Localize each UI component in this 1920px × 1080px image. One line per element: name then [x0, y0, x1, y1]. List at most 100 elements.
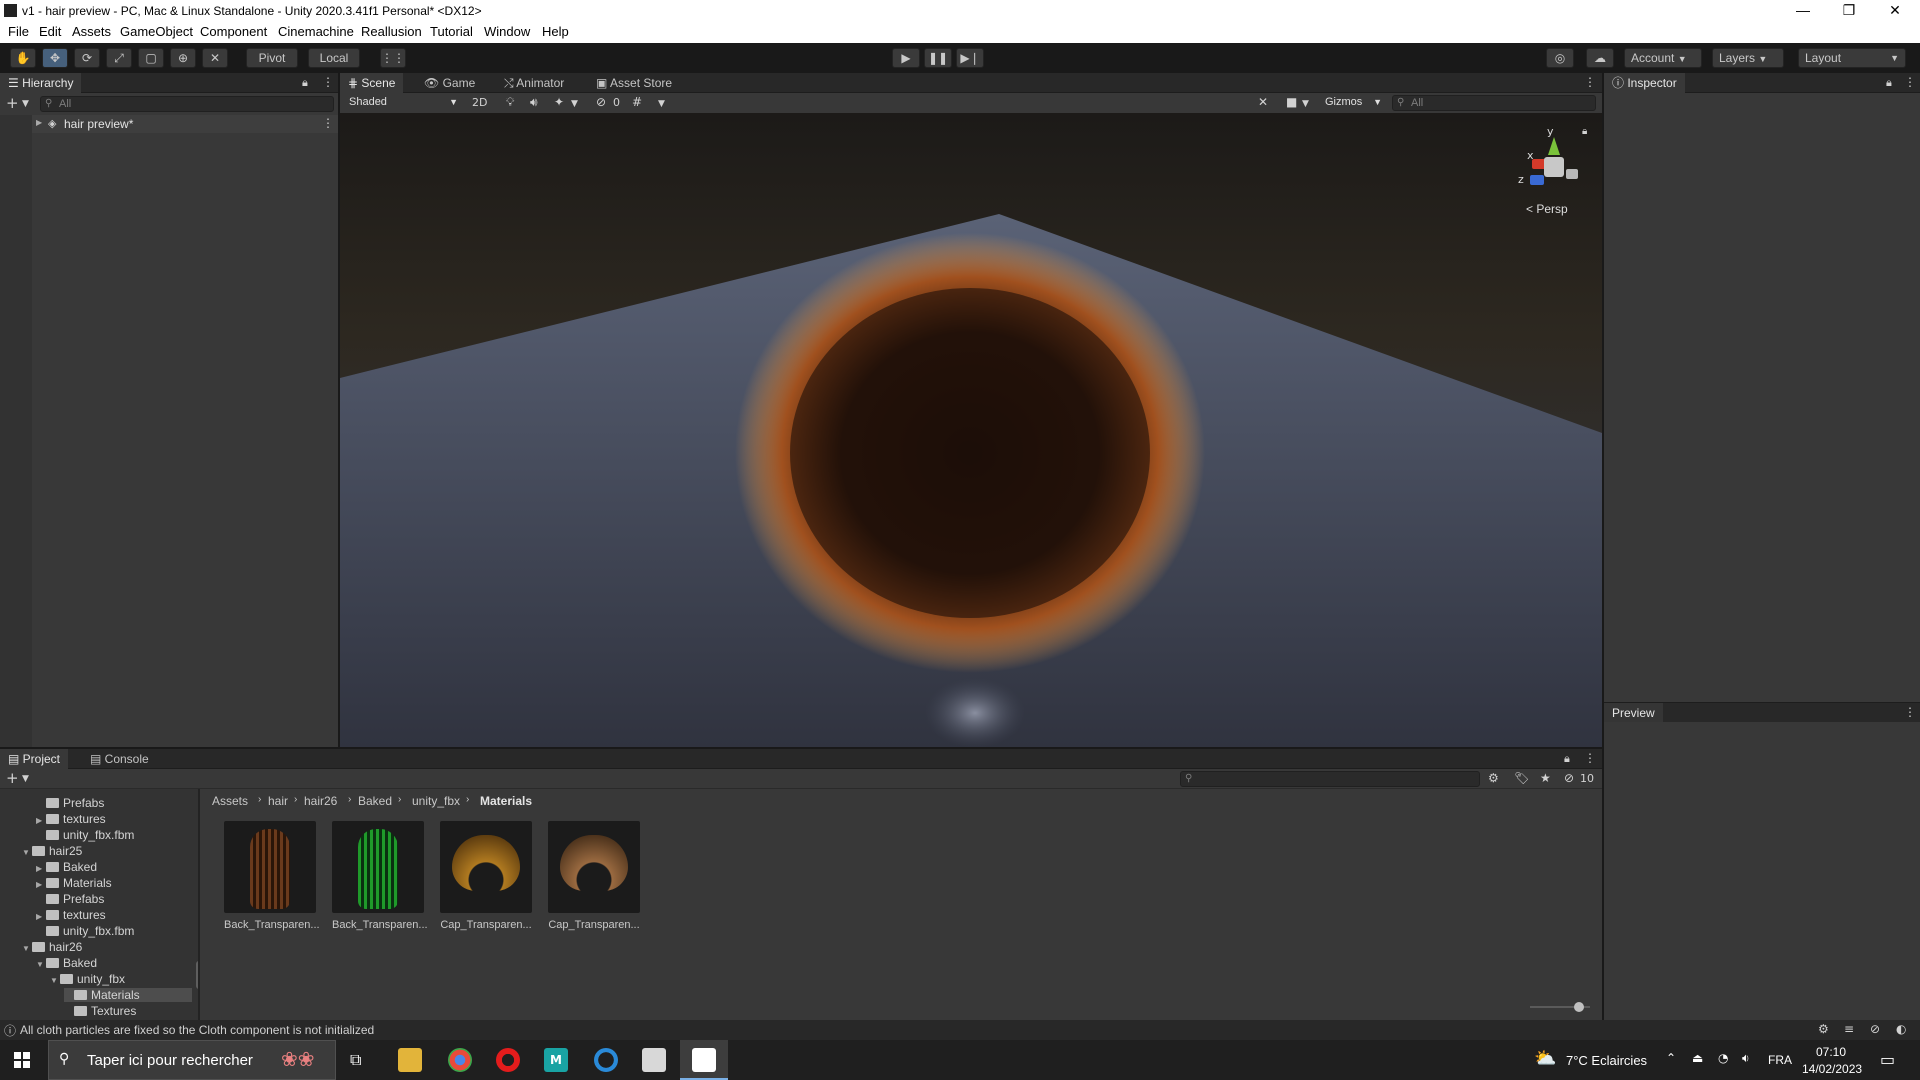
- folder-tree-item[interactable]: ▼ hair25: [22, 844, 82, 858]
- breadcrumb-hair[interactable]: hair: [268, 794, 288, 808]
- scale-tool-icon[interactable]: ⤢: [106, 48, 132, 68]
- axis-z-cone[interactable]: [1530, 175, 1544, 185]
- folder-tree-item[interactable]: ▼ unity_fbx: [50, 972, 125, 986]
- pivot-toggle[interactable]: Pivot: [246, 48, 298, 68]
- transform-tool-icon[interactable]: ⊕: [170, 48, 196, 68]
- cloud-icon[interactable]: ☁: [1586, 48, 1614, 68]
- projection-label[interactable]: < Persp: [1526, 202, 1568, 216]
- breadcrumb-hair26[interactable]: hair26: [304, 794, 337, 808]
- slider-handle[interactable]: [1574, 1002, 1584, 1012]
- thumbnail-size-slider[interactable]: [1530, 1002, 1590, 1012]
- kebab-menu-icon[interactable]: ⋮: [1584, 75, 1596, 89]
- folder-tree-item[interactable]: Prefabs: [36, 796, 104, 810]
- kebab-menu-icon[interactable]: ⋮: [1904, 705, 1916, 719]
- character-creator-icon[interactable]: [594, 1048, 618, 1072]
- tab-console[interactable]: ▤ Console: [82, 749, 157, 769]
- folder-tree-item[interactable]: ▼ Baked: [36, 956, 97, 970]
- layers-dropdown[interactable]: Layers ▼: [1712, 48, 1784, 68]
- camera-icon[interactable]: ■: [1286, 95, 1297, 109]
- asset-thumbnail[interactable]: Cap_Transparen...: [548, 821, 640, 931]
- menu-window[interactable]: Window: [484, 24, 530, 39]
- account-dropdown[interactable]: Account ▼: [1624, 48, 1702, 68]
- axis-neg-cone[interactable]: [1566, 169, 1578, 179]
- hidden-packages-icon[interactable]: ⊘: [1564, 771, 1574, 785]
- maya-icon[interactable]: M: [544, 1048, 568, 1072]
- taskbar-search-input[interactable]: ⚲ Taper ici pour rechercher ❀❀: [48, 1040, 336, 1080]
- rect-tool-icon[interactable]: ▢: [138, 48, 164, 68]
- expand-arrow-icon[interactable]: ▶: [36, 118, 42, 127]
- expand-arrow-icon[interactable]: ▶: [36, 864, 46, 873]
- tab-hierarchy[interactable]: ☰ Hierarchy: [0, 73, 82, 93]
- minimize-button[interactable]: —: [1780, 0, 1826, 22]
- lock-icon[interactable]: 🔒︎: [1886, 76, 1892, 90]
- add-button[interactable]: +: [6, 769, 19, 787]
- project-search-input[interactable]: ⚲: [1180, 771, 1480, 787]
- effects-icon[interactable]: ✦: [554, 95, 564, 109]
- unity-hub-icon[interactable]: [642, 1048, 666, 1072]
- usb-icon[interactable]: ⏏: [1692, 1051, 1703, 1065]
- expand-arrow-icon[interactable]: ▼: [22, 944, 32, 953]
- expand-arrow-icon[interactable]: ▼: [22, 848, 32, 857]
- chevron-down-icon[interactable]: ▼: [22, 774, 29, 784]
- hierarchy-scene-row[interactable]: ▶ ◈ hair preview* ⋮: [32, 115, 338, 133]
- tab-asset-store[interactable]: ▣ Asset Store: [588, 73, 680, 93]
- favorite-star-icon[interactable]: ★: [1540, 771, 1551, 785]
- opera-icon[interactable]: [496, 1048, 520, 1072]
- folder-tree-item[interactable]: ▼ hair26: [22, 940, 82, 954]
- expand-arrow-icon[interactable]: ▶: [36, 880, 46, 889]
- gizmo-lock-icon[interactable]: 🔒︎: [1582, 126, 1587, 137]
- lock-icon[interactable]: 🔒︎: [302, 76, 308, 90]
- chevron-down-icon[interactable]: ▼: [22, 99, 29, 109]
- step-button[interactable]: ▶❘: [956, 48, 984, 68]
- lighting-icon[interactable]: 💡︎: [506, 95, 514, 110]
- gizmos-dropdown[interactable]: Gizmos ▼: [1320, 95, 1386, 111]
- axis-gizmo[interactable]: y x z 🔒︎ < Persp: [1510, 125, 1600, 216]
- pause-button[interactable]: ❚❚: [924, 48, 952, 68]
- input-language[interactable]: FRA: [1768, 1053, 1792, 1067]
- menu-tutorial[interactable]: Tutorial: [430, 24, 473, 39]
- menu-component[interactable]: Component: [200, 24, 267, 39]
- hierarchy-search-input[interactable]: ⚲ All: [40, 96, 334, 112]
- search-by-type-icon[interactable]: ⚙: [1488, 771, 1499, 785]
- tab-game[interactable]: 👁︎ Game: [416, 73, 483, 93]
- preview-header[interactable]: Preview ⋮: [1604, 702, 1920, 723]
- expand-arrow-icon[interactable]: ▼: [36, 960, 46, 969]
- mode-2d-toggle[interactable]: 2D: [472, 96, 487, 109]
- rotate-tool-icon[interactable]: ⟳: [74, 48, 100, 68]
- folder-tree-item[interactable]: unity_fbx.fbm: [36, 828, 134, 842]
- network-icon[interactable]: ◔: [1718, 1051, 1728, 1065]
- scene-search-input[interactable]: ⚲ All: [1392, 95, 1596, 111]
- axis-center-cube[interactable]: [1544, 157, 1564, 177]
- shading-mode-dropdown[interactable]: Shaded ▼: [344, 95, 462, 111]
- breadcrumb-materials[interactable]: Materials: [480, 794, 532, 808]
- expand-arrow-icon[interactable]: ▼: [50, 976, 60, 985]
- tab-project[interactable]: ▤ Project: [0, 749, 69, 769]
- tab-animator[interactable]: ⤭ Animator: [496, 73, 572, 93]
- menu-edit[interactable]: Edit: [39, 24, 61, 39]
- kebab-menu-icon[interactable]: ⋮: [322, 75, 334, 89]
- folder-tree-item[interactable]: ▶ textures: [36, 812, 106, 826]
- windows-start-icon[interactable]: [14, 1052, 30, 1068]
- custom-tool-icon[interactable]: ✕: [202, 48, 228, 68]
- play-button[interactable]: ▶: [892, 48, 920, 68]
- debug-icon[interactable]: ⚙: [1818, 1022, 1829, 1036]
- collab-icon[interactable]: ◎: [1546, 48, 1574, 68]
- add-button[interactable]: +: [6, 94, 19, 112]
- chevron-down-icon[interactable]: ▼: [658, 99, 665, 109]
- restore-button[interactable]: ❐: [1826, 0, 1872, 22]
- progress-icon[interactable]: ⊘: [1870, 1022, 1880, 1036]
- folder-tree-item[interactable]: Prefabs: [36, 892, 104, 906]
- menu-cinemachine[interactable]: Cinemachine: [278, 24, 354, 39]
- menu-gameobject[interactable]: GameObject: [120, 24, 193, 39]
- hand-tool-icon[interactable]: ✋: [10, 48, 36, 68]
- expand-arrow-icon[interactable]: ▶: [36, 816, 46, 825]
- grid-icon[interactable]: #: [632, 95, 642, 109]
- task-view-icon[interactable]: ⧉: [350, 1050, 361, 1070]
- scene-viewport[interactable]: y x z 🔒︎ < Persp: [340, 113, 1602, 747]
- menu-help[interactable]: Help: [542, 24, 569, 39]
- folder-tree-item[interactable]: ▶ Materials: [36, 876, 112, 890]
- search-by-label-icon[interactable]: 🏷︎: [1514, 771, 1529, 785]
- hidden-objects-icon[interactable]: ⊘: [596, 95, 606, 109]
- asset-thumbnail[interactable]: Back_Transparen...: [332, 821, 428, 931]
- move-tool-icon[interactable]: ✥: [42, 48, 68, 68]
